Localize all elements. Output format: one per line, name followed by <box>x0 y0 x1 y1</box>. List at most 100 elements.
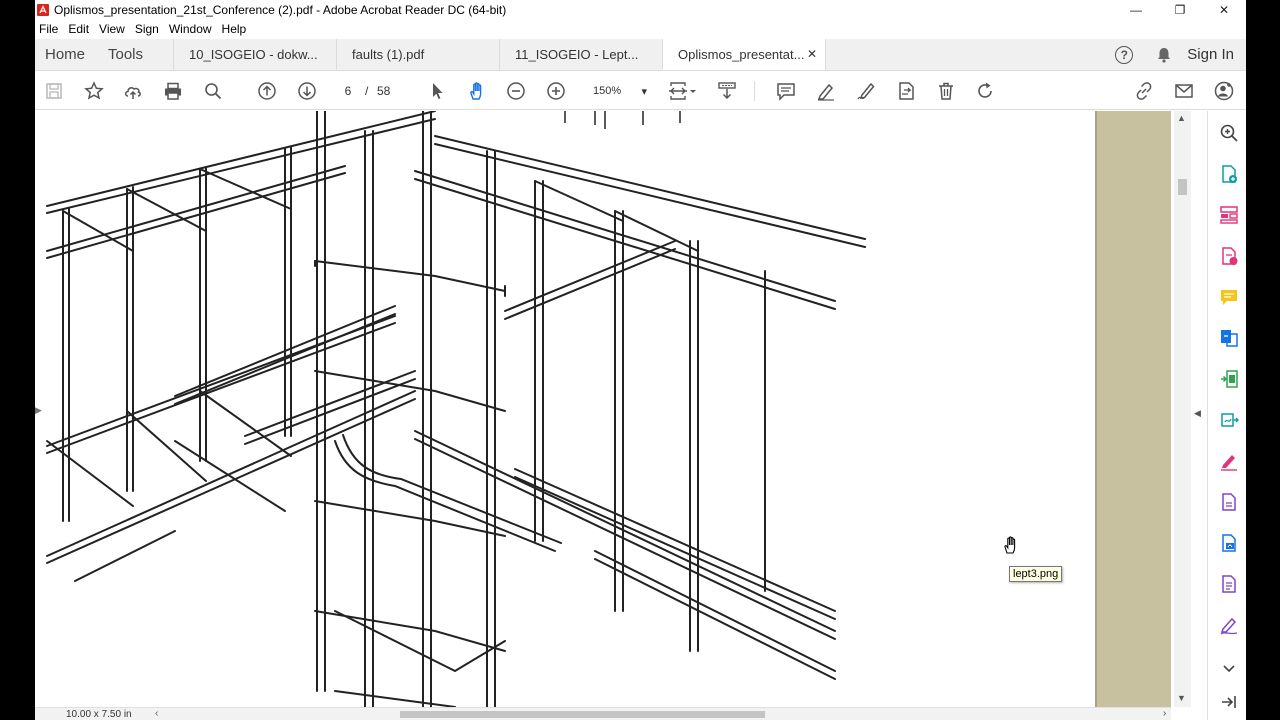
vertical-scrollbar[interactable]: ▲ ▼ <box>1174 111 1191 707</box>
draw-button[interactable] <box>855 80 877 102</box>
notification-bell-icon[interactable] <box>1155 46 1173 64</box>
title-bar: Oplismos_presentation_21st_Conference (2… <box>35 0 1246 19</box>
restore-icon: ❐ <box>1174 2 1186 17</box>
share-link-button[interactable] <box>1133 80 1155 102</box>
upload-button[interactable] <box>122 80 144 102</box>
menu-file[interactable]: File <box>35 22 64 36</box>
printer-icon <box>165 82 181 100</box>
search-zoom-button[interactable] <box>1218 122 1240 144</box>
organize-pages-button[interactable] <box>1218 204 1240 226</box>
export-pdf-icon <box>1222 247 1238 265</box>
share-button[interactable] <box>1213 80 1235 102</box>
hand-tool-button[interactable] <box>466 80 488 102</box>
comment-icon <box>1221 290 1237 305</box>
zoom-in-icon <box>547 82 565 100</box>
stamp-button[interactable] <box>895 80 917 102</box>
horizontal-scroll-thumb[interactable] <box>400 711 765 718</box>
horizontal-scrollbar[interactable]: 10.00 x 7.50 in ‹ › <box>35 707 1171 720</box>
export-pdf-button[interactable] <box>1218 245 1240 267</box>
comment-button[interactable] <box>775 80 797 102</box>
menu-sign[interactable]: Sign <box>131 22 165 36</box>
menu-help[interactable]: Help <box>218 22 253 36</box>
protect-icon <box>1222 493 1236 511</box>
tab-close-icon[interactable]: ✕ <box>807 47 817 61</box>
cloud-upload-icon <box>125 87 141 99</box>
document-viewer[interactable] <box>35 111 1171 707</box>
more-tools-button[interactable] <box>1218 573 1240 595</box>
cursor-arrow-icon <box>433 83 443 99</box>
envelope-icon <box>1175 84 1193 98</box>
bookmark-button[interactable] <box>83 80 105 102</box>
toolbar-divider <box>754 81 755 101</box>
scroll-up-icon[interactable]: ▲ <box>1177 113 1186 123</box>
window-title: Oplismos_presentation_21st_Conference (2… <box>54 2 507 17</box>
chevron-down-icon <box>1223 665 1235 673</box>
trash-icon <box>939 82 953 100</box>
highlight-button[interactable] <box>815 80 837 102</box>
sign-in-button[interactable]: Sign In <box>1187 46 1234 63</box>
protect-button[interactable] <box>1218 491 1240 513</box>
minimize-button[interactable]: — <box>1114 0 1158 19</box>
restore-button[interactable]: ❐ <box>1158 0 1202 19</box>
combine-files-icon <box>1221 330 1238 347</box>
menu-edit[interactable]: Edit <box>64 22 95 36</box>
scroll-right-icon[interactable]: › <box>1163 708 1166 719</box>
tab-doc-2[interactable]: faults (1).pdf <box>336 39 499 70</box>
compress-pdf-button[interactable] <box>1218 368 1240 390</box>
rotate-button[interactable] <box>974 80 996 102</box>
collapse-right-pane-icon[interactable]: ◀ <box>1194 408 1201 419</box>
zoom-level-select[interactable]: 150% ▾ <box>585 82 647 100</box>
tab-doc-active[interactable]: Oplismos_presentat... ✕ <box>662 39 825 70</box>
page-number-input[interactable]: 6 <box>335 82 361 100</box>
vertical-scroll-thumb[interactable] <box>1178 179 1187 195</box>
hand-cursor-icon <box>1004 536 1016 554</box>
combine-files-button[interactable] <box>1218 327 1240 349</box>
home-nav[interactable]: Home <box>35 39 98 70</box>
zoom-value: 150% <box>593 85 622 97</box>
image-tooltip: lept3.png <box>1009 566 1063 582</box>
find-button[interactable] <box>202 80 224 102</box>
close-window-button[interactable]: ✕ <box>1202 0 1246 19</box>
save-button[interactable] <box>43 80 65 102</box>
scan-button[interactable] <box>1218 532 1240 554</box>
menu-bar: File Edit View Sign Window Help <box>35 19 1246 39</box>
email-button[interactable] <box>1173 80 1195 102</box>
fill-sign-icon <box>1221 455 1237 471</box>
previous-page-button[interactable] <box>256 80 278 102</box>
tab-doc-1[interactable]: 10_ISOGEIO - dokw... <box>173 39 336 70</box>
chevron-down-icon: ▾ <box>641 85 647 98</box>
tab-bar: Home Tools 10_ISOGEIO - dokw... faults (… <box>35 39 1246 71</box>
zoom-out-button[interactable] <box>505 80 527 102</box>
page-fit-button[interactable] <box>666 80 700 102</box>
share-user-icon <box>1214 81 1234 101</box>
expand-tools-button[interactable] <box>1218 657 1240 679</box>
tab-doc-3[interactable]: 11_ISOGEIO - Lept... <box>499 39 662 70</box>
select-tool-button[interactable] <box>426 80 448 102</box>
pdf-page[interactable] <box>35 111 1095 707</box>
arrow-up-circle-icon <box>258 82 276 100</box>
rebar-cage-drawing <box>46 111 866 707</box>
send-for-signature-button[interactable] <box>1218 409 1240 431</box>
scroll-mode-button[interactable] <box>716 80 738 102</box>
tools-nav[interactable]: Tools <box>98 39 173 70</box>
expand-left-pane-icon[interactable]: ▶ <box>35 405 42 416</box>
delete-button[interactable] <box>935 80 957 102</box>
menu-view[interactable]: View <box>95 22 131 36</box>
send-for-signature-icon <box>1221 413 1239 427</box>
print-button[interactable] <box>162 80 184 102</box>
scroll-down-icon[interactable]: ▼ <box>1177 693 1186 703</box>
hand-icon <box>470 82 482 100</box>
fill-sign-pen-button[interactable] <box>1218 614 1240 636</box>
next-page-button[interactable] <box>296 80 318 102</box>
scroll-left-icon[interactable]: ‹ <box>155 708 158 719</box>
menu-window[interactable]: Window <box>165 22 218 36</box>
minimize-icon: — <box>1130 2 1142 17</box>
collapse-right-icon <box>1222 696 1236 708</box>
help-icon[interactable]: ? <box>1115 45 1134 64</box>
comment-tool-button[interactable] <box>1218 286 1240 308</box>
zoom-out-icon <box>507 82 525 100</box>
zoom-in-button[interactable] <box>545 80 567 102</box>
create-pdf-button[interactable] <box>1218 163 1240 185</box>
fill-sign-button[interactable] <box>1218 450 1240 472</box>
collapse-pane-button[interactable] <box>1218 691 1240 713</box>
